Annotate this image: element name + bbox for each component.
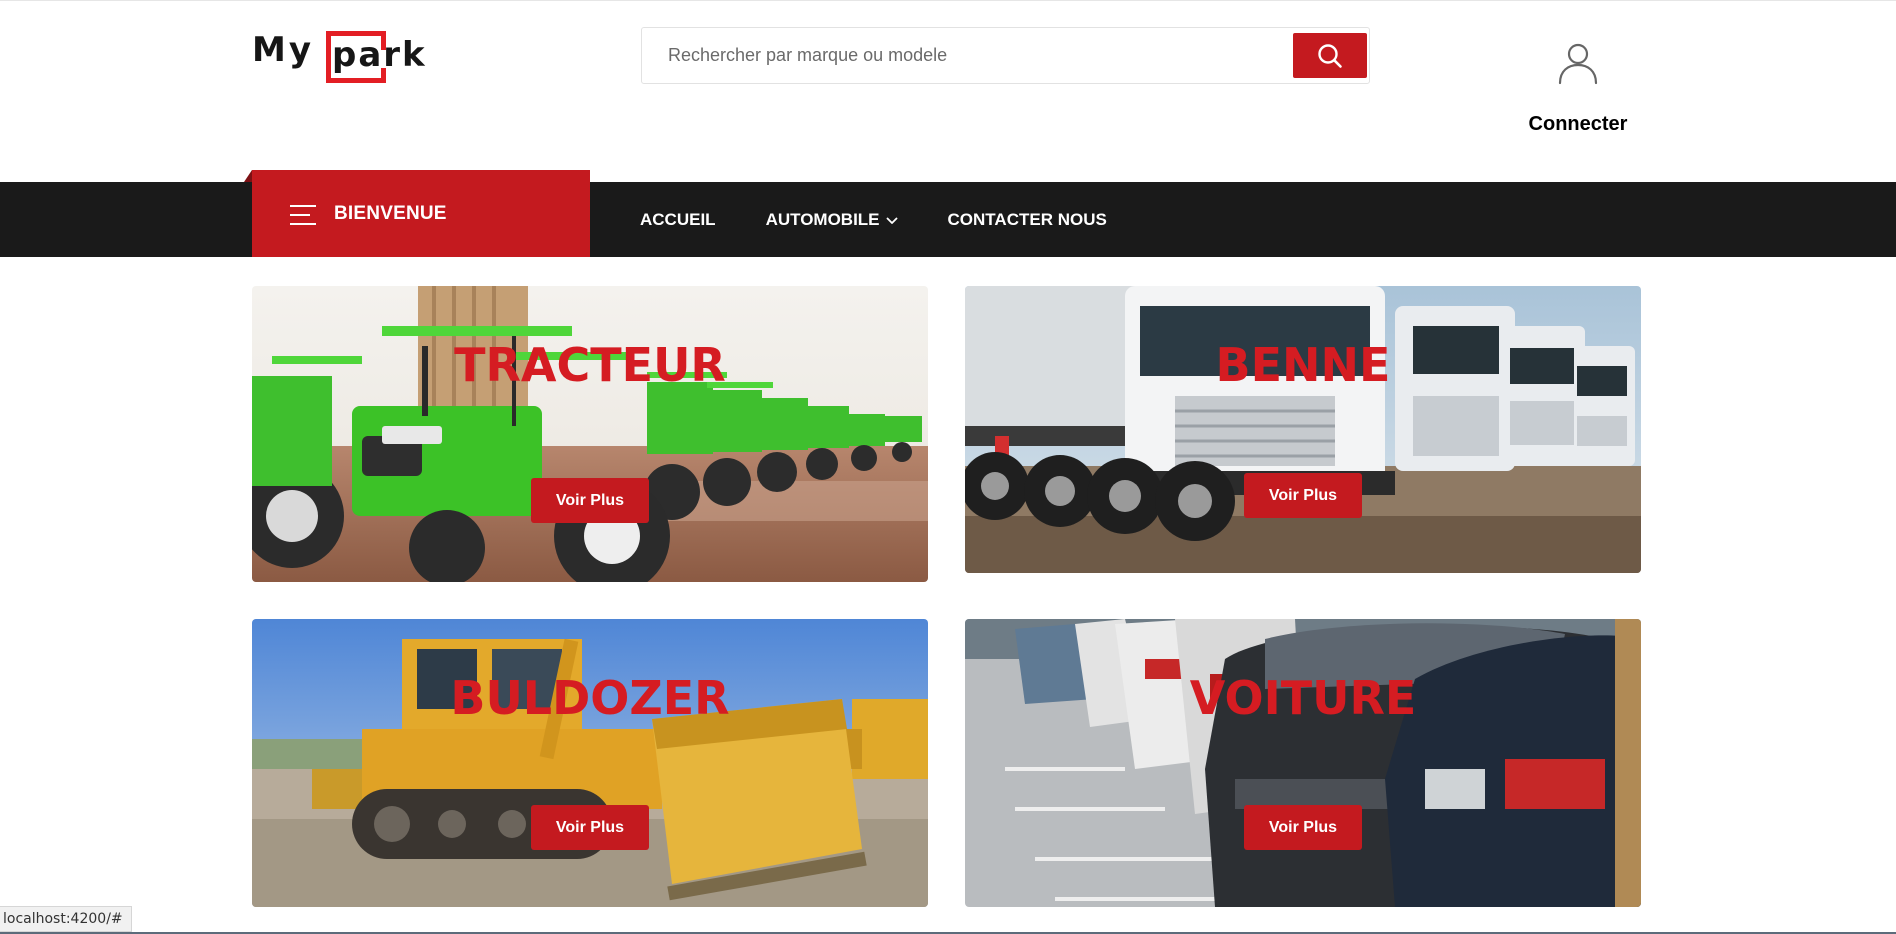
welcome-menu-button[interactable]: BIENVENUE [244,170,590,257]
nav-link-contact[interactable]: CONTACTER NOUS [948,210,1107,230]
logo-text-my: My [252,30,314,70]
account-login[interactable]: Connecter [1520,41,1636,136]
logo-park-box: park [326,31,433,83]
nav-link-label: ACCUEIL [640,209,716,229]
connect-label: Connecter [1528,113,1628,135]
cars-image [965,619,1641,907]
category-title: VOITURE [1189,671,1417,725]
welcome-label: BIENVENUE [334,202,447,224]
category-title: BULDOZER [450,671,730,725]
site-header: My park Connecter [0,0,1896,182]
chevron-down-icon [886,217,897,224]
category-card-tracteur: TRACTEUR Voir Plus [252,286,928,582]
category-card-benne: BENNE Voir Plus [965,286,1641,573]
search-icon [1318,43,1342,68]
nav-links: ACCUEIL AUTOMOBILE CONTACTER NOUS [640,182,1157,257]
category-title: TRACTEUR [454,338,726,392]
search-bar [641,27,1370,84]
logo-text-park: park [332,35,427,75]
voir-plus-button-buldozer[interactable]: Voir Plus [531,805,649,850]
voir-plus-button-benne[interactable]: Voir Plus [1244,473,1362,518]
search-button[interactable] [1293,33,1367,78]
search-input[interactable] [642,28,1293,83]
browser-status-bar: localhost:4200/# [0,906,132,932]
menu-icon [290,204,316,225]
voir-plus-button-tracteur[interactable]: Voir Plus [531,478,649,523]
truck-image [965,286,1641,573]
nav-link-accueil[interactable]: ACCUEIL [640,210,716,230]
nav-link-label: CONTACTER NOUS [947,209,1107,229]
bulldozer-image [252,619,928,907]
category-title: BENNE [1215,338,1391,392]
site-logo[interactable]: My park [252,27,433,83]
category-card-voiture: VOITURE Voir Plus [965,619,1641,907]
main-navbar: BIENVENUE ACCUEIL AUTOMOBILE CONTACTER N… [0,170,1896,257]
nav-link-label: AUTOMOBILE [765,209,880,229]
voir-plus-button-voiture[interactable]: Voir Plus [1244,805,1362,850]
tractor-image [252,286,928,582]
nav-link-automobile[interactable]: AUTOMOBILE [766,210,898,230]
category-card-buldozer: BULDOZER Voir Plus [252,619,928,907]
user-icon [1558,43,1598,85]
